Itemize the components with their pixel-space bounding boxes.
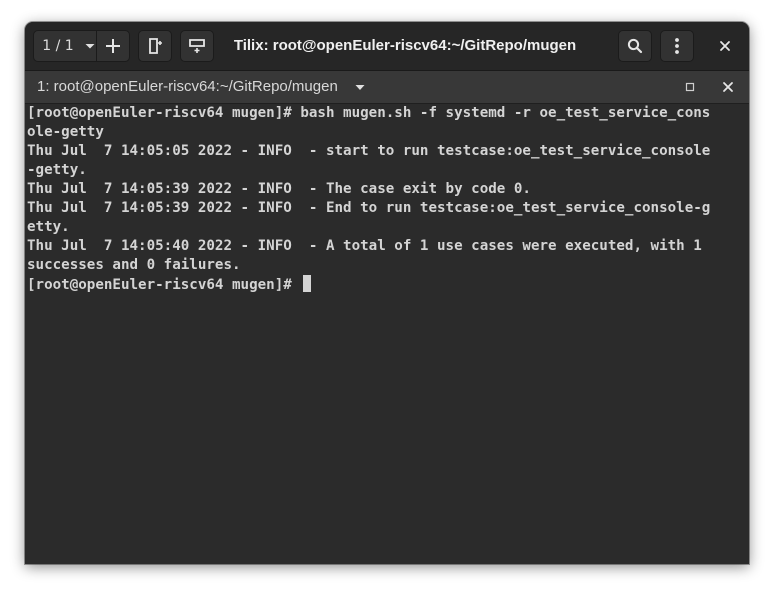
terminal-line: -getty. [27,162,87,178]
terminal-line: Thu Jul 7 14:05:40 2022 - INFO - A total… [27,238,702,254]
text-cursor [303,275,312,292]
terminal-title[interactable]: 1: root@openEuler-riscv64:~/GitRepo/muge… [37,71,338,103]
chevron-down-icon[interactable] [84,40,96,52]
split-down-button[interactable] [180,30,214,62]
terminal-line: Thu Jul 7 14:05:39 2022 - INFO - The cas… [27,181,531,197]
prompt-line: [root@openEuler-riscv64 mugen]# [27,275,749,294]
terminal-line: Thu Jul 7 14:05:05 2022 - INFO - start t… [27,143,711,159]
maximize-icon[interactable] [682,79,698,95]
split-right-icon [149,38,162,54]
split-down-icon [189,39,205,53]
terminal-output: [root@openEuler-riscv64 mugen]# bash mug… [27,104,749,294]
split-right-button[interactable] [138,30,172,62]
search-icon [627,38,643,54]
close-icon[interactable] [720,79,736,95]
menu-button[interactable] [660,30,694,62]
terminal-line: etty. [27,219,70,235]
add-session-button[interactable] [97,31,129,61]
plus-icon [106,39,120,53]
terminal-line: [root@openEuler-riscv64 mugen]# bash mug… [27,105,711,121]
headerbar: 1 / 1 Tilix: root@openEuler-riscv64:~/Gi… [25,22,749,71]
close-window-button[interactable] [709,30,741,62]
prompt-text: [root@openEuler-riscv64 mugen]# [27,277,301,293]
vertical-ellipsis-icon [675,38,679,54]
terminal-view[interactable]: [root@openEuler-riscv64 mugen]# bash mug… [25,104,749,564]
search-button[interactable] [618,30,652,62]
terminal-tab-bar: 1: root@openEuler-riscv64:~/GitRepo/muge… [25,71,749,104]
terminal-line: Thu Jul 7 14:05:39 2022 - INFO - End to … [27,200,711,216]
tilix-window: 1 / 1 Tilix: root@openEuler-riscv64:~/Gi… [25,22,749,564]
terminal-line: successes and 0 failures. [27,257,241,273]
chevron-down-icon[interactable] [354,83,366,93]
session-switcher: 1 / 1 [33,30,130,62]
terminal-line: ole-getty [27,124,104,140]
close-icon [720,41,730,51]
window-title: Tilix: root@openEuler-riscv64:~/GitRepo/… [233,37,577,54]
